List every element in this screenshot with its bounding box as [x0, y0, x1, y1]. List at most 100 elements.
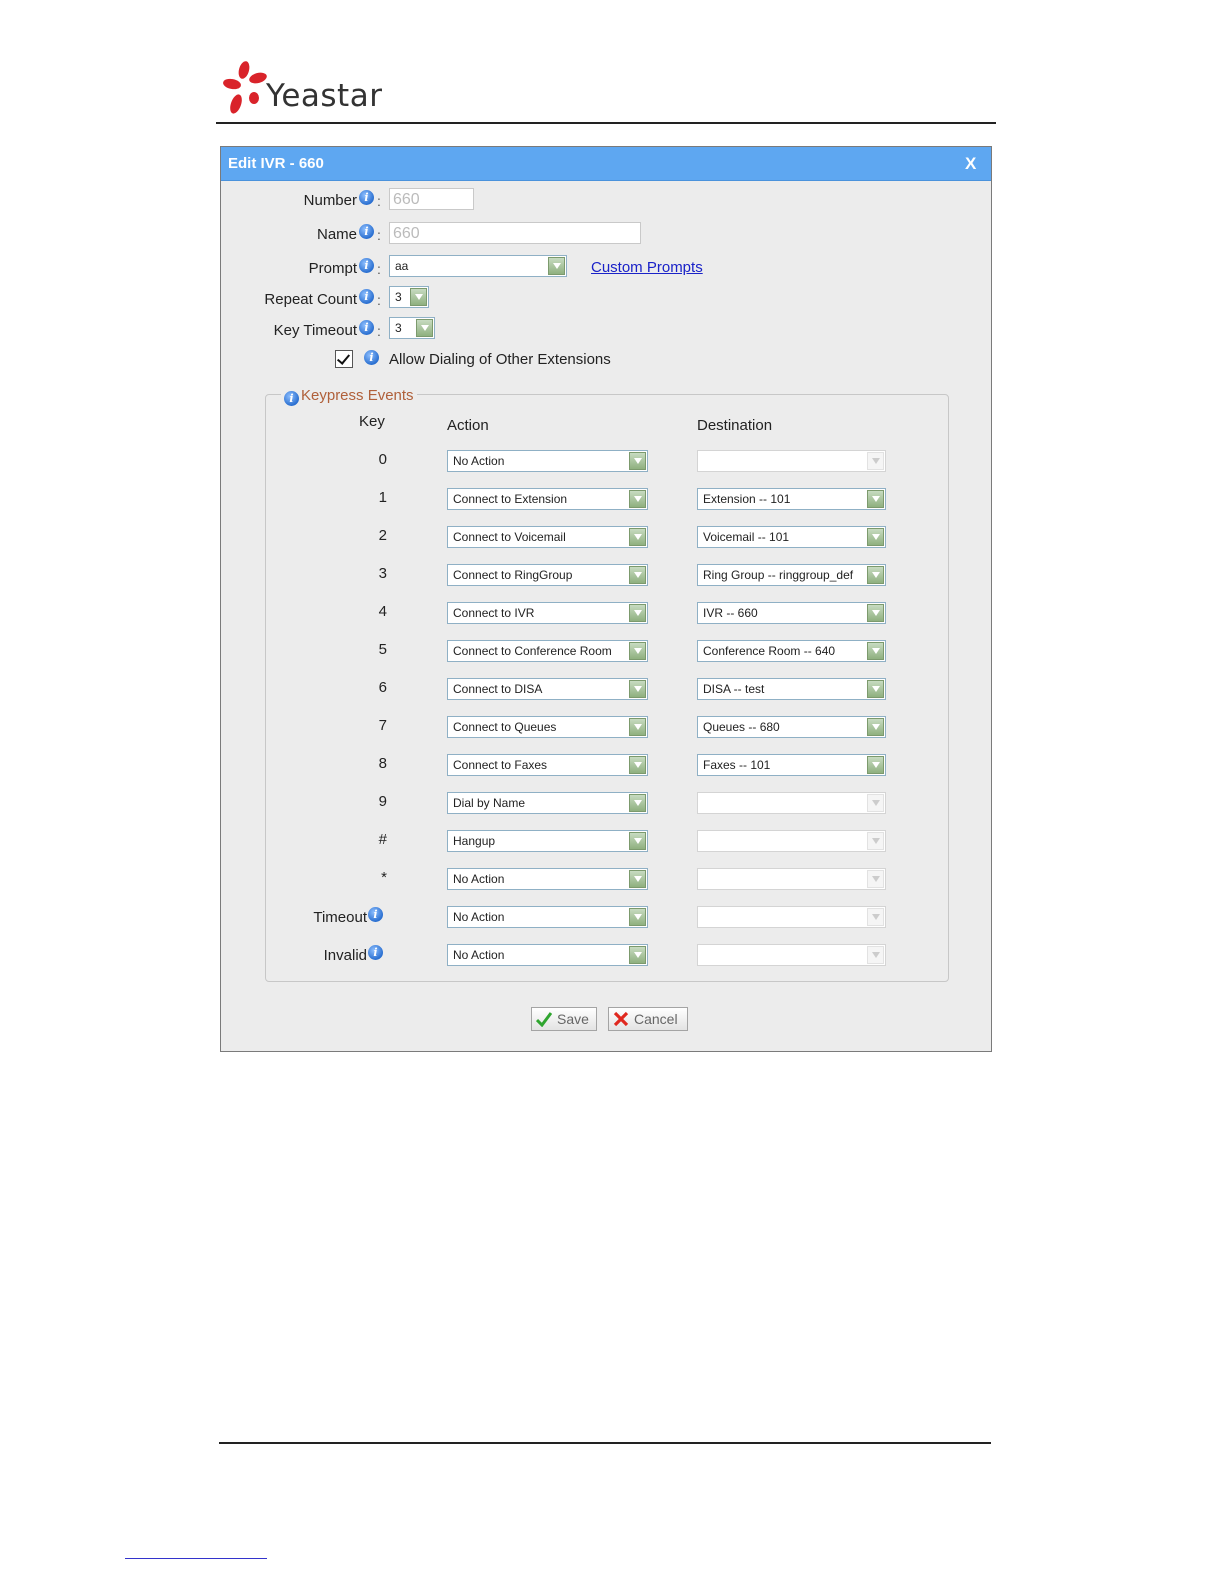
- destination-select-value: Voicemail -- 101: [703, 530, 790, 544]
- keypress-key-label: 3: [378, 565, 387, 582]
- action-select[interactable]: Connect to IVR: [447, 602, 648, 624]
- action-select[interactable]: Connect to Conference Room: [447, 640, 648, 662]
- keypress-key-label: 7: [378, 717, 387, 734]
- prompt-label: Prompt: [308, 260, 357, 277]
- destination-select-value: Faxes -- 101: [703, 758, 771, 772]
- action-select[interactable]: No Action: [447, 450, 648, 472]
- number-input[interactable]: 660: [389, 188, 474, 210]
- destination-select[interactable]: [697, 830, 886, 852]
- dropdown-arrow-icon: [867, 452, 884, 470]
- destination-select[interactable]: Extension -- 101: [697, 488, 886, 510]
- dropdown-arrow-icon: [629, 794, 646, 812]
- dropdown-arrow-icon: [629, 756, 646, 774]
- info-icon[interactable]: i: [359, 289, 374, 304]
- prompt-select[interactable]: aa: [389, 255, 567, 277]
- action-select[interactable]: No Action: [447, 944, 648, 966]
- edit-ivr-dialog: Edit IVR - 660 X Number i : 660 Name i :…: [220, 146, 992, 1052]
- action-select[interactable]: No Action: [447, 906, 648, 928]
- dropdown-arrow-icon: [629, 718, 646, 736]
- keypress-key-label: 8: [378, 755, 387, 772]
- dropdown-arrow-icon: [629, 490, 646, 508]
- save-button[interactable]: Save: [531, 1007, 597, 1031]
- action-select-value: Connect to RingGroup: [453, 568, 573, 582]
- action-select[interactable]: Hangup: [447, 830, 648, 852]
- destination-select[interactable]: DISA -- test: [697, 678, 886, 700]
- action-select[interactable]: Connect to Faxes: [447, 754, 648, 776]
- info-icon[interactable]: i: [359, 258, 374, 273]
- action-select-value: Connect to Voicemail: [453, 530, 566, 544]
- cancel-button[interactable]: Cancel: [608, 1007, 688, 1031]
- keypress-key-label: 1: [378, 489, 387, 506]
- save-label: Save: [557, 1011, 589, 1027]
- colon: :: [377, 227, 381, 243]
- destination-select-value: DISA -- test: [703, 682, 765, 696]
- info-icon[interactable]: i: [364, 350, 379, 365]
- keypress-key-label: 5: [378, 641, 387, 658]
- key-timeout-label: Key Timeout: [273, 322, 357, 339]
- info-icon[interactable]: i: [368, 945, 383, 960]
- destination-select[interactable]: Ring Group -- ringgroup_def: [697, 564, 886, 586]
- keypress-key-label: 0: [378, 451, 387, 468]
- col-header-action: Action: [447, 417, 489, 434]
- info-icon[interactable]: i: [368, 907, 383, 922]
- action-select-value: Connect to IVR: [453, 606, 535, 620]
- action-select[interactable]: Dial by Name: [447, 792, 648, 814]
- dropdown-arrow-icon: [867, 490, 884, 508]
- action-select[interactable]: Connect to Voicemail: [447, 526, 648, 548]
- destination-select[interactable]: IVR -- 660: [697, 602, 886, 624]
- dropdown-arrow-icon: [629, 604, 646, 622]
- colon: :: [377, 323, 381, 339]
- action-select[interactable]: Connect to RingGroup: [447, 564, 648, 586]
- dropdown-arrow-icon: [629, 528, 646, 546]
- key-timeout-value: 3: [395, 321, 402, 335]
- action-select[interactable]: Connect to Queues: [447, 716, 648, 738]
- destination-select[interactable]: [697, 792, 886, 814]
- info-icon[interactable]: i: [359, 190, 374, 205]
- destination-select[interactable]: [697, 906, 886, 928]
- destination-select[interactable]: Queues -- 680: [697, 716, 886, 738]
- action-select[interactable]: Connect to DISA: [447, 678, 648, 700]
- dropdown-arrow-icon: [867, 642, 884, 660]
- name-input[interactable]: 660: [389, 222, 641, 244]
- close-icon[interactable]: X: [965, 154, 976, 174]
- destination-select[interactable]: [697, 450, 886, 472]
- destination-select[interactable]: Faxes -- 101: [697, 754, 886, 776]
- custom-prompts-link[interactable]: Custom Prompts: [591, 259, 703, 276]
- destination-select[interactable]: [697, 868, 886, 890]
- dropdown-arrow-icon: [867, 566, 884, 584]
- dropdown-arrow-icon: [629, 870, 646, 888]
- keypress-key-label: *: [381, 869, 387, 886]
- info-icon[interactable]: i: [359, 320, 374, 335]
- dropdown-arrow-icon: [867, 832, 884, 850]
- dropdown-arrow-icon: [629, 642, 646, 660]
- info-icon[interactable]: i: [284, 391, 299, 406]
- colon: :: [377, 193, 381, 209]
- action-select[interactable]: Connect to Extension: [447, 488, 648, 510]
- keypress-key-label: 6: [378, 679, 387, 696]
- keypress-key-label: 9: [378, 793, 387, 810]
- dropdown-arrow-icon: [867, 870, 884, 888]
- keypress-events-legend: i Keypress Events: [281, 387, 417, 406]
- destination-select[interactable]: Voicemail -- 101: [697, 526, 886, 548]
- keypress-key-label: Timeout: [313, 909, 367, 926]
- destination-select-value: IVR -- 660: [703, 606, 758, 620]
- action-select-value: No Action: [453, 910, 505, 924]
- action-select[interactable]: No Action: [447, 868, 648, 890]
- destination-select[interactable]: Conference Room -- 640: [697, 640, 886, 662]
- action-select-value: Connect to Faxes: [453, 758, 548, 772]
- keypress-key-label: #: [378, 831, 387, 848]
- dropdown-arrow-icon: [629, 832, 646, 850]
- dropdown-arrow-icon: [867, 604, 884, 622]
- dropdown-arrow-icon: [629, 452, 646, 470]
- destination-select-value: Extension -- 101: [703, 492, 791, 506]
- destination-select[interactable]: [697, 944, 886, 966]
- dropdown-arrow-icon: [629, 908, 646, 926]
- repeat-count-select[interactable]: 3: [389, 286, 429, 308]
- keypress-key-label: Invalid: [323, 947, 367, 964]
- number-label: Number: [303, 192, 357, 209]
- key-timeout-select[interactable]: 3: [389, 317, 435, 339]
- col-header-key: Key: [359, 413, 385, 430]
- dropdown-arrow-icon: [629, 566, 646, 584]
- allow-dialing-checkbox[interactable]: [335, 350, 353, 368]
- info-icon[interactable]: i: [359, 224, 374, 239]
